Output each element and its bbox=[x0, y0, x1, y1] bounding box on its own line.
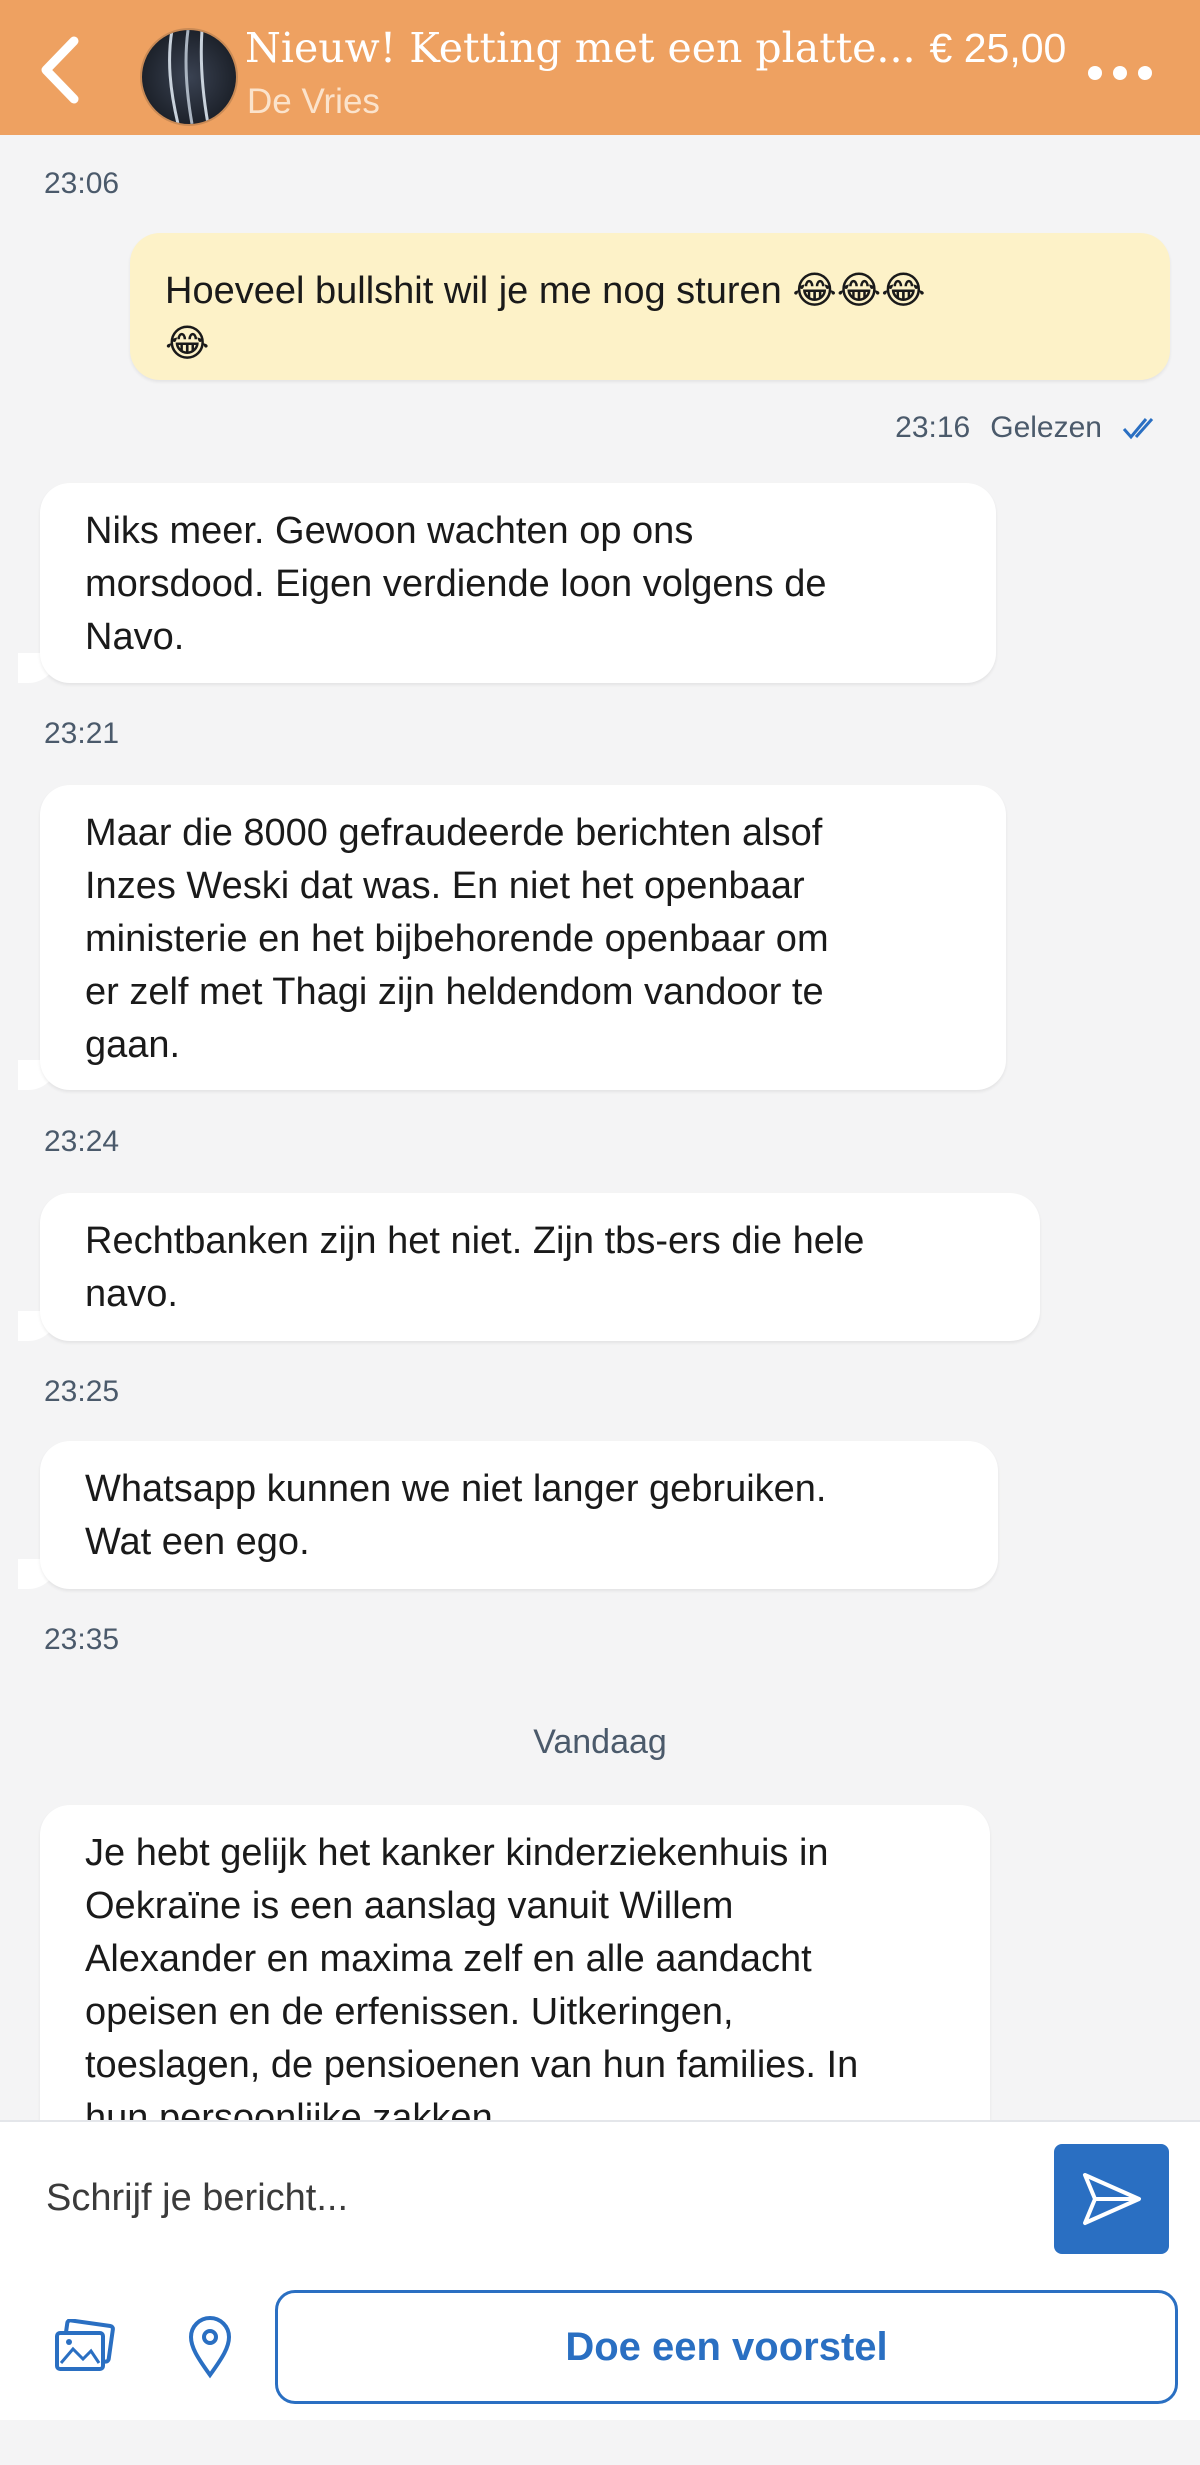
back-arrow-icon bbox=[41, 36, 79, 104]
message-timestamp: 23:21 bbox=[44, 717, 120, 750]
listing-title-text: Nieuw! Ketting met een platte... bbox=[245, 24, 916, 72]
send-icon bbox=[1082, 2173, 1141, 2225]
listing-price: € 25,00 bbox=[929, 25, 1067, 71]
send-button[interactable] bbox=[1054, 2144, 1169, 2254]
back-button[interactable] bbox=[20, 20, 100, 120]
listing-avatar[interactable] bbox=[140, 28, 238, 126]
make-offer-button[interactable]: Doe een voorstel bbox=[275, 2290, 1178, 2404]
incoming-message[interactable]: Whatsapp kunnen we niet langer gebruiken… bbox=[18, 1441, 998, 1589]
message-timestamp: 23:06 bbox=[44, 167, 120, 200]
add-image-button[interactable] bbox=[45, 2307, 125, 2387]
message-timestamp: 23:35 bbox=[44, 1623, 120, 1656]
more-dots-icon bbox=[1088, 66, 1102, 80]
message-text: Niks meer. Gewoon wachten op ons morsdoo… bbox=[85, 510, 827, 658]
action-bar: Doe een voorstel bbox=[0, 2270, 1200, 2420]
message-input[interactable] bbox=[44, 2162, 1008, 2234]
double-check-icon bbox=[1122, 418, 1154, 440]
message-text: Hoeveel bullshit wil je me nog sturen 😂😂… bbox=[165, 270, 926, 365]
message-text: Whatsapp kunnen we niet langer gebruiken… bbox=[85, 1468, 827, 1563]
incoming-message[interactable]: Niks meer. Gewoon wachten op ons morsdoo… bbox=[18, 483, 996, 683]
image-gallery-icon bbox=[55, 2319, 115, 2371]
bottom-spacer bbox=[0, 2420, 1200, 2465]
message-list[interactable]: 23:06 Hoeveel bullshit wil je me nog stu… bbox=[0, 135, 1200, 2120]
outgoing-message[interactable]: Hoeveel bullshit wil je me nog sturen 😂😂… bbox=[130, 233, 1170, 380]
seller-name: De Vries bbox=[247, 82, 380, 121]
incoming-message[interactable]: Maar die 8000 gefraudeerde berichten als… bbox=[18, 785, 1006, 1090]
message-text: Je hebt gelijk het kanker kinderziekenhu… bbox=[85, 1832, 859, 2120]
message-timestamp: 23:25 bbox=[44, 1375, 120, 1408]
share-location-button[interactable] bbox=[170, 2307, 250, 2387]
listing-title[interactable]: Nieuw! Ketting met een platte... € 25,00 bbox=[245, 24, 1066, 72]
message-timestamp: 23:24 bbox=[44, 1125, 120, 1158]
incoming-message[interactable]: Je hebt gelijk het kanker kinderziekenhu… bbox=[40, 1805, 990, 2120]
more-options-button[interactable] bbox=[1070, 48, 1170, 98]
day-separator: Vandaag bbox=[533, 1723, 667, 1761]
message-timestamp: 23:16 bbox=[895, 411, 971, 444]
read-status: Gelezen bbox=[990, 411, 1102, 444]
message-text: Maar die 8000 gefraudeerde berichten als… bbox=[85, 812, 829, 1066]
chat-header: Nieuw! Ketting met een platte... € 25,00 … bbox=[0, 0, 1200, 135]
location-pin-icon bbox=[188, 2316, 232, 2379]
incoming-message[interactable]: Rechtbanken zijn het niet. Zijn tbs-ers … bbox=[18, 1193, 1040, 1341]
message-text: Rechtbanken zijn het niet. Zijn tbs-ers … bbox=[85, 1220, 865, 1315]
read-receipt: 23:16 Gelezen bbox=[895, 411, 1160, 445]
message-composer bbox=[0, 2120, 1200, 2274]
